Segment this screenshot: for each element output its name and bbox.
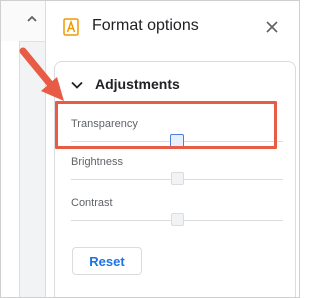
- contrast-slider[interactable]: Contrast: [65, 197, 285, 237]
- annotation-highlight-box: [55, 101, 277, 149]
- slider-label: Contrast: [71, 197, 113, 209]
- adjustments-section-header[interactable]: Adjustments: [55, 62, 295, 102]
- slider-thumb[interactable]: [170, 213, 184, 226]
- window-frame: Format options Adjustments Transparency …: [0, 0, 300, 298]
- section-title: Adjustments: [95, 76, 180, 92]
- slider-thumb[interactable]: [170, 172, 184, 185]
- panel-header: Format options: [46, 1, 299, 53]
- close-icon[interactable]: [265, 20, 279, 34]
- format-options-icon: [63, 18, 79, 36]
- document-area: [1, 1, 45, 297]
- chevron-up-icon[interactable]: [25, 12, 39, 26]
- slider-label: Brightness: [71, 156, 123, 168]
- annotation-arrow-icon: [17, 47, 69, 105]
- chevron-down-icon[interactable]: [71, 81, 83, 89]
- reset-button[interactable]: Reset: [72, 247, 142, 275]
- brightness-slider[interactable]: Brightness: [65, 156, 285, 196]
- format-options-panel: Format options Adjustments Transparency …: [45, 1, 299, 297]
- panel-title: Format options: [92, 17, 199, 34]
- adjustments-card: Adjustments Transparency Brightness Cont…: [54, 61, 296, 297]
